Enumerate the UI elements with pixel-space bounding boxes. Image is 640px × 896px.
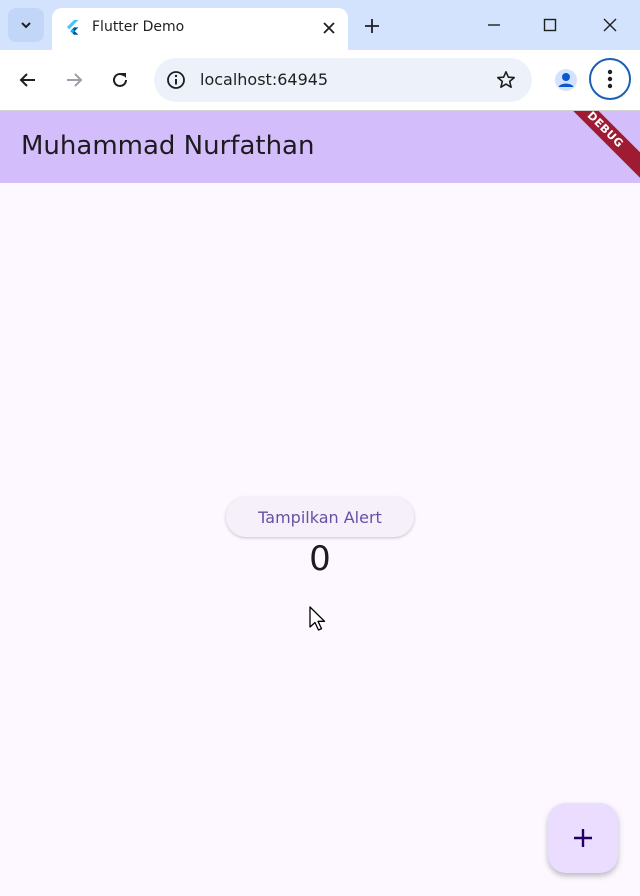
plus-icon: [365, 19, 379, 33]
browser-menu-button[interactable]: [589, 58, 631, 100]
browser-toolbar: localhost:64945: [0, 50, 640, 110]
counter-value: 0: [309, 539, 331, 579]
tab-search-icon: [21, 22, 31, 29]
forward-button[interactable]: [56, 62, 92, 98]
new-tab-button[interactable]: [358, 12, 386, 40]
close-window-icon: [603, 18, 617, 32]
add-icon: [574, 829, 592, 847]
bookmark-button[interactable]: [494, 68, 518, 92]
profile-icon: [555, 69, 577, 91]
site-info-button[interactable]: [164, 68, 188, 92]
tab-title: Flutter Demo: [92, 19, 185, 35]
maximize-button[interactable]: [528, 8, 572, 42]
flutter-logo-icon: [67, 20, 79, 35]
profile-button[interactable]: [548, 62, 584, 98]
back-arrow-icon: [19, 73, 35, 87]
browser-tabstrip: Flutter Demo: [0, 0, 640, 50]
back-button[interactable]: [10, 62, 46, 98]
forward-arrow-icon: [67, 73, 83, 87]
star-icon: [497, 71, 515, 88]
tab-close-button[interactable]: [316, 15, 342, 41]
minimize-button[interactable]: [472, 8, 516, 42]
reload-button[interactable]: [102, 62, 138, 98]
browser-tab[interactable]: Flutter Demo: [52, 8, 348, 50]
close-icon: [323, 22, 335, 34]
more-vert-icon: [607, 69, 613, 89]
close-window-button[interactable]: [588, 8, 632, 42]
info-icon: [167, 71, 185, 89]
debug-banner: DEBUG: [552, 111, 640, 183]
url-text: localhost:64945: [200, 70, 329, 89]
minimize-icon: [488, 24, 500, 26]
address-bar[interactable]: localhost:64945: [154, 58, 532, 102]
increment-fab[interactable]: [548, 803, 618, 873]
app-body: Tampilkan Alert 0: [0, 183, 640, 896]
maximize-icon: [543, 18, 557, 32]
reload-icon: [113, 72, 127, 87]
app-bar-title: Muhammad Nurfathan: [21, 131, 315, 161]
app-bar: Muhammad Nurfathan DEBUG: [0, 111, 640, 183]
show-alert-button[interactable]: Tampilkan Alert: [226, 497, 414, 537]
tab-search-button[interactable]: [8, 8, 44, 42]
mouse-cursor-icon: [309, 606, 326, 631]
